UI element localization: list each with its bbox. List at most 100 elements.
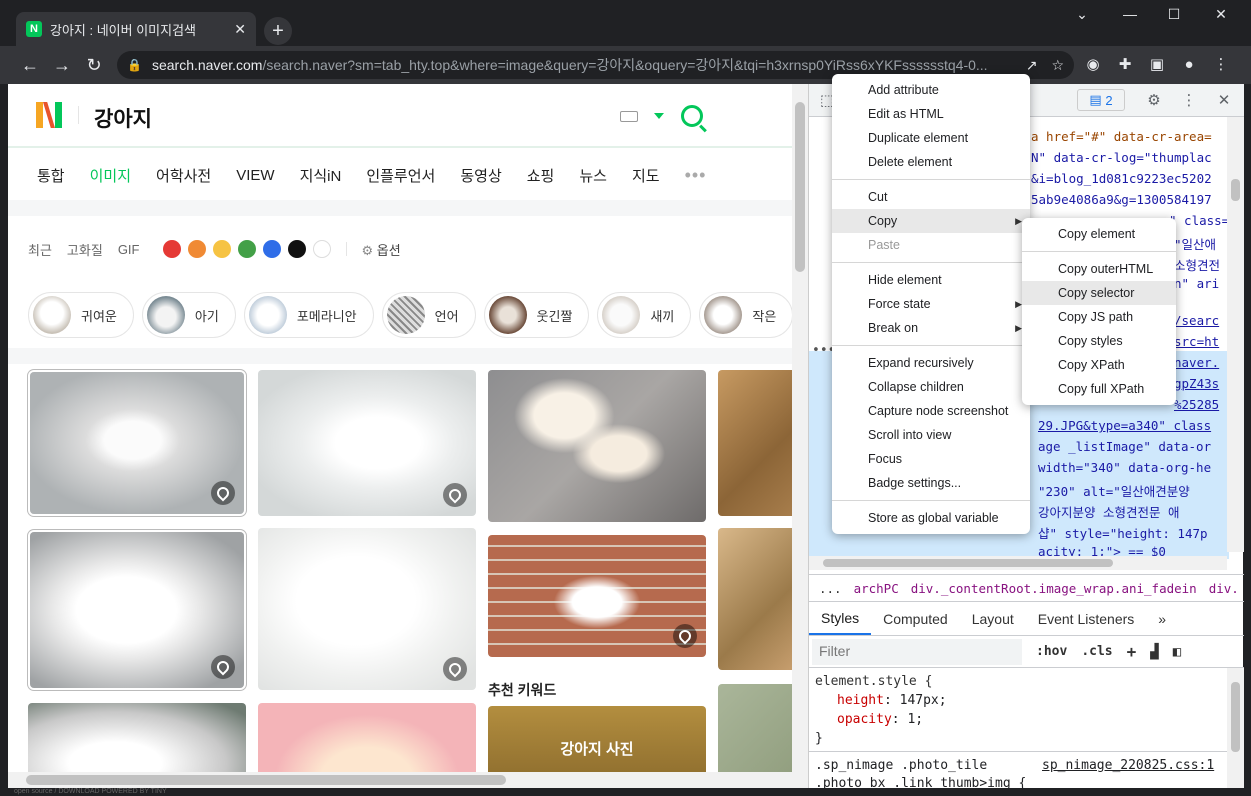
tab-view[interactable]: VIEW [236,167,274,184]
menu-item-edit-as-html[interactable]: Edit as HTML [832,102,1030,126]
tab-computed[interactable]: Computed [871,603,960,635]
elements-horizontal-scrollbar[interactable] [809,556,1227,570]
menu-item-badge-settings[interactable]: Badge settings... [832,471,1030,495]
issues-badge[interactable]: ▤ 2 [1077,89,1125,111]
menu-item-cut[interactable]: Cut [832,185,1030,209]
color-filter-black[interactable] [288,240,307,258]
style-declaration[interactable]: height: 147px; [837,693,947,708]
side-panel-icon[interactable]: ▣ [1147,55,1167,75]
keyword-chip[interactable]: 웃긴짤 [483,292,590,338]
page-horizontal-scrollbar[interactable] [8,772,792,788]
menu-item-copy[interactable]: Copy ▶ [832,209,1030,233]
dom-line[interactable]: age _listImage" data-or [1038,439,1211,454]
extensions-puzzle-icon[interactable]: ✚ [1115,55,1135,75]
color-filter-yellow[interactable] [213,240,232,258]
new-tab-button[interactable]: + [264,17,292,45]
toggle-sidebar-icon[interactable]: ◧ [1173,644,1181,660]
menu-item-collapse-children[interactable]: Collapse children [832,375,1030,399]
color-filter-orange[interactable] [188,240,207,258]
tab-all[interactable]: 통합 [37,165,65,186]
dom-line[interactable]: 강아지분양 소형견전문 애 [1038,502,1180,521]
dom-line[interactable]: 29.JPG&type=a340" class [1038,418,1211,433]
image-result[interactable] [718,528,792,670]
menu-item-focus[interactable]: Focus [832,447,1030,471]
menu-item-add-attribute[interactable]: Add attribute [832,78,1030,102]
dom-line[interactable]: naver. [1174,355,1219,370]
dom-line[interactable]: %25285 [1174,397,1219,412]
location-pin-icon[interactable] [443,483,467,507]
image-result[interactable] [258,528,476,690]
menu-item-copy-js-path[interactable]: Copy JS path [1022,305,1176,329]
dom-line[interactable]: n" ari [1174,276,1219,291]
menu-item-store-as-global-variable[interactable]: Store as global variable [832,506,1030,530]
close-window-button[interactable]: ✕ [1211,6,1231,23]
image-result[interactable] [258,370,476,516]
rule-selector[interactable]: .sp_nimage .photo_tile [815,758,987,773]
settings-gear-icon[interactable]: ⚙ [1144,91,1164,111]
menu-item-copy-full-xpath[interactable]: Copy full XPath [1022,377,1176,401]
dom-line[interactable]: 5ab9e4086a9&g=1300584197 [1031,192,1212,207]
menu-item-expand-recursively[interactable]: Expand recursively [832,351,1030,375]
image-result[interactable] [718,370,792,516]
tab-styles[interactable]: Styles [809,603,872,635]
tab-influencer[interactable]: 인플루언서 [366,165,435,186]
elements-vertical-scrollbar[interactable] [1227,117,1244,552]
keyword-chip[interactable]: 언어 [381,292,476,338]
tab-news[interactable]: 뉴스 [579,165,607,186]
menu-item-duplicate-element[interactable]: Duplicate element [832,126,1030,150]
location-pin-icon[interactable] [443,657,467,681]
image-result[interactable] [30,372,244,514]
back-button[interactable]: ← [19,54,41,76]
color-filter-green[interactable] [238,240,257,258]
dom-line[interactable]: "일산애 [1174,234,1216,253]
location-pin-icon[interactable] [211,481,235,505]
menu-item-scroll-into-view[interactable]: Scroll into view [832,423,1030,447]
keyword-chip[interactable]: 아기 [141,292,236,338]
keyword-chip[interactable]: 포메라니안 [243,292,374,338]
tab-event-listeners[interactable]: Event Listeners [1026,603,1147,635]
class-toggle-button[interactable]: .cls [1081,644,1112,659]
menu-item-delete-element[interactable]: Delete element [832,150,1030,174]
menu-item-copy-element[interactable]: Copy element [1022,222,1176,246]
menu-item-copy-styles[interactable]: Copy styles [1022,329,1176,353]
minimize-button[interactable]: — [1120,6,1140,22]
reload-button[interactable]: ↻ [83,54,105,76]
browser-tab[interactable]: N 강아지 : 네이버 이미지검색 ✕ [16,12,256,46]
image-result[interactable] [488,535,706,657]
dom-line[interactable]: width="340" data-org-he [1038,460,1211,475]
more-tabs-icon[interactable]: » [1146,603,1178,635]
forward-button[interactable]: → [51,54,73,76]
breadcrumb-item[interactable]: div. [1209,581,1239,596]
naver-logo-icon[interactable] [36,102,62,128]
location-pin-icon[interactable] [673,624,697,648]
paint-brush-icon[interactable]: ▟ [1150,644,1158,660]
styles-filter-input[interactable]: Filter [812,638,1022,665]
menu-item-hide-element[interactable]: Hide element [832,268,1030,292]
share-icon[interactable]: ↗ [1026,57,1038,74]
dom-line[interactable]: a href="#" data-cr-area= [1031,129,1212,144]
tab-close-icon[interactable]: ✕ [234,21,246,38]
rule-selector-2[interactable]: .photo_bx .link_thumb>img { [815,776,1026,791]
dom-line[interactable]: 소형견전 [1174,255,1220,274]
more-tabs-icon[interactable]: ••• [685,165,707,186]
search-query[interactable]: 강아지 [94,103,152,133]
image-result[interactable] [30,532,244,688]
keyword-chip[interactable]: 작은 [699,292,792,338]
tab-dictionary[interactable]: 어학사전 [156,165,211,186]
rule-source-link[interactable]: sp_nimage_220825.css:1 [1042,758,1214,773]
keyword-chip[interactable]: 귀여운 [28,292,134,338]
profile-avatar-icon[interactable]: ● [1179,55,1199,75]
location-pin-icon[interactable] [211,655,235,679]
menu-item-force-state[interactable]: Force state ▶ [832,292,1030,316]
color-filter-red[interactable] [163,240,182,258]
tab-video[interactable]: 동영상 [460,165,501,186]
menu-item-copy-xpath[interactable]: Copy XPath [1022,353,1176,377]
devtools-menu-icon[interactable]: ⋮ [1179,91,1199,111]
color-filter-blue[interactable] [263,240,282,258]
tab-kin[interactable]: 지식iN [300,165,342,186]
dom-line[interactable]: 샵" style="height: 147p [1038,523,1208,542]
page-vertical-scrollbar[interactable] [792,84,808,788]
tab-shopping[interactable]: 쇼핑 [527,165,555,186]
camera-extension-icon[interactable]: ◉ [1083,55,1103,75]
dom-line[interactable]: src=ht [1174,334,1219,349]
